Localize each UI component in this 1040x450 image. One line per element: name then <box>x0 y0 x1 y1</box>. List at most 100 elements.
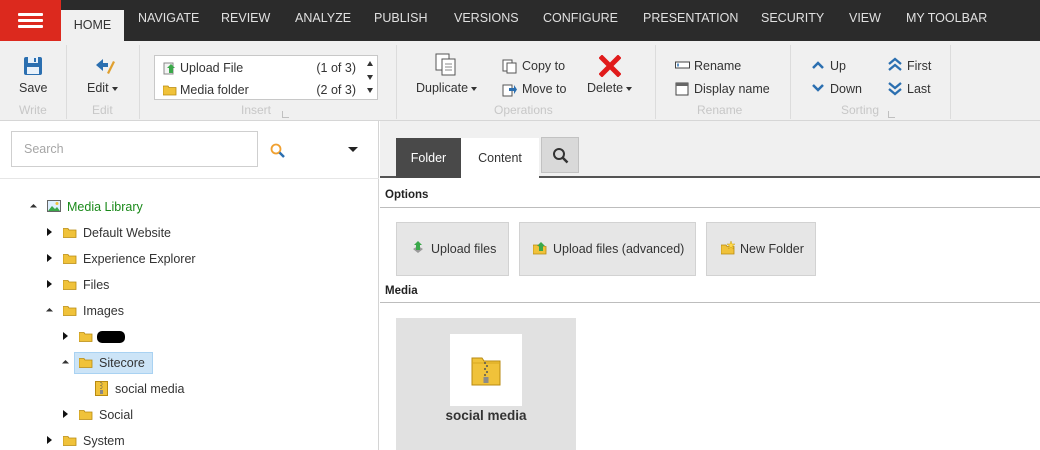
tab-home-label: HOME <box>73 18 112 32</box>
sorting-chunk-title: Sorting <box>841 103 880 117</box>
chevron-down-icon <box>812 84 824 92</box>
sorting-expand-icon[interactable] <box>888 111 895 118</box>
edit-icon <box>96 59 115 74</box>
tree-label: Media Library <box>67 200 143 214</box>
gallery-expand-icon[interactable] <box>367 88 373 93</box>
content-editor-panel: Folder Content Options Upload files Uplo… <box>380 121 1040 450</box>
folder-icon <box>63 228 77 238</box>
insert-expand-icon[interactable] <box>282 111 289 118</box>
folder-icon <box>63 280 77 290</box>
new-folder-button[interactable]: New Folder <box>706 222 816 276</box>
copy-to-label: Copy to <box>522 59 566 73</box>
collapse-arrow-icon[interactable] <box>45 307 54 316</box>
tab-my-toolbar[interactable]: MY TOOLBAR <box>906 11 987 25</box>
expand-arrow-icon[interactable] <box>63 410 68 418</box>
media-section-title: Media <box>385 285 418 297</box>
zip-folder-icon <box>471 357 501 386</box>
tab-analyze[interactable]: ANALYZE <box>295 11 351 25</box>
tab-review[interactable]: REVIEW <box>221 11 270 25</box>
move-to-label: Move to <box>522 82 567 96</box>
tab-configure[interactable]: CONFIGURE <box>543 11 618 25</box>
tree-label: Files <box>83 278 110 292</box>
edit-label: Edit <box>87 81 118 95</box>
tab-folder[interactable]: Folder <box>396 138 461 178</box>
insert-upload-file[interactable]: Upload File (1 of 3) <box>161 59 356 77</box>
upload-file-icon <box>163 62 175 75</box>
tab-home[interactable]: HOME <box>61 10 124 41</box>
tab-publish[interactable]: PUBLISH <box>374 11 428 25</box>
expand-arrow-icon[interactable] <box>47 228 52 236</box>
duplicate-label: Duplicate <box>416 81 478 95</box>
tab-view[interactable]: VIEW <box>849 11 881 25</box>
tab-versions[interactable]: VERSIONS <box>454 11 519 25</box>
save-label: Save <box>19 81 48 95</box>
expand-arrow-icon[interactable] <box>47 280 52 288</box>
folder-icon <box>63 254 77 264</box>
collapse-arrow-icon[interactable] <box>61 359 70 368</box>
top-tab-bar: HOME NAVIGATE REVIEW ANALYZE PUBLISH VER… <box>0 0 1040 41</box>
new-folder-icon <box>721 241 735 255</box>
redacted-label <box>97 331 125 343</box>
sort-up-label: Up <box>830 59 846 73</box>
hamburger-menu-icon[interactable] <box>0 0 61 41</box>
folder-icon <box>63 436 77 446</box>
tree-label: Social <box>99 408 134 422</box>
editor-tab-bar: Folder Content <box>380 121 1040 178</box>
sort-first-label: First <box>907 59 932 73</box>
tree-label: Sitecore <box>99 356 145 370</box>
double-chevron-up-icon <box>888 57 902 71</box>
search-options-dropdown-icon[interactable] <box>348 147 358 152</box>
search-icon[interactable] <box>270 143 286 159</box>
rename-label: Rename <box>694 59 742 73</box>
chevron-up-icon <box>812 61 824 69</box>
search-box <box>11 131 258 167</box>
double-chevron-down-icon <box>888 82 902 96</box>
rename-chunk-title: Rename <box>697 103 743 117</box>
gallery-scroll-up-icon[interactable] <box>367 61 373 66</box>
tab-security[interactable]: SECURITY <box>761 11 824 25</box>
move-to-icon <box>502 84 517 97</box>
media-item-tile[interactable]: social media <box>396 318 576 450</box>
expand-arrow-icon[interactable] <box>47 254 52 262</box>
media-item-label: social media <box>445 408 527 423</box>
media-library-icon <box>47 200 61 212</box>
folder-icon <box>163 85 177 96</box>
folder-icon <box>63 306 77 316</box>
tab-search[interactable] <box>541 137 579 173</box>
sort-down-label: Down <box>830 82 862 96</box>
collapse-arrow-icon[interactable] <box>29 203 38 212</box>
tree-label: Images <box>83 304 124 318</box>
folder-icon <box>79 410 93 420</box>
search-input[interactable] <box>12 132 257 166</box>
tab-content[interactable]: Content <box>461 138 539 178</box>
media-thumbnail <box>450 334 522 406</box>
sort-last-label: Last <box>907 82 931 96</box>
edit-chunk-title: Edit <box>92 103 113 117</box>
upload-files-button[interactable]: Upload files <box>396 222 509 276</box>
upload-icon <box>413 241 423 253</box>
duplicate-icon <box>435 53 456 76</box>
tree-label: Experience Explorer <box>83 252 196 266</box>
tab-navigate[interactable]: NAVIGATE <box>138 11 199 25</box>
upload-files-advanced-button[interactable]: Upload files (advanced) <box>519 222 696 276</box>
expand-arrow-icon[interactable] <box>63 332 68 340</box>
copy-to-icon <box>502 59 517 74</box>
tree-label: Default Website <box>83 226 172 240</box>
insert-media-folder[interactable]: Media folder (2 of 3) <box>161 81 356 99</box>
zip-file-icon <box>95 381 108 396</box>
folder-icon <box>79 332 93 342</box>
write-chunk-title: Write <box>19 103 47 117</box>
search-icon <box>553 148 569 164</box>
delete-label: Delete <box>587 81 633 95</box>
rename-icon <box>675 61 690 69</box>
tab-presentation[interactable]: PRESENTATION <box>643 11 738 25</box>
operations-chunk-title: Operations <box>494 103 553 117</box>
insert-gallery: Upload File (1 of 3) Media folder (2 of … <box>154 55 378 100</box>
display-name-label: Display name <box>694 82 770 96</box>
save-icon <box>24 57 42 75</box>
expand-arrow-icon[interactable] <box>47 436 52 444</box>
gallery-scroll-down-icon[interactable] <box>367 75 373 80</box>
content-tree-panel: Media Library Default Website Experience… <box>0 121 379 450</box>
delete-icon <box>599 55 621 77</box>
folder-icon <box>79 358 93 368</box>
